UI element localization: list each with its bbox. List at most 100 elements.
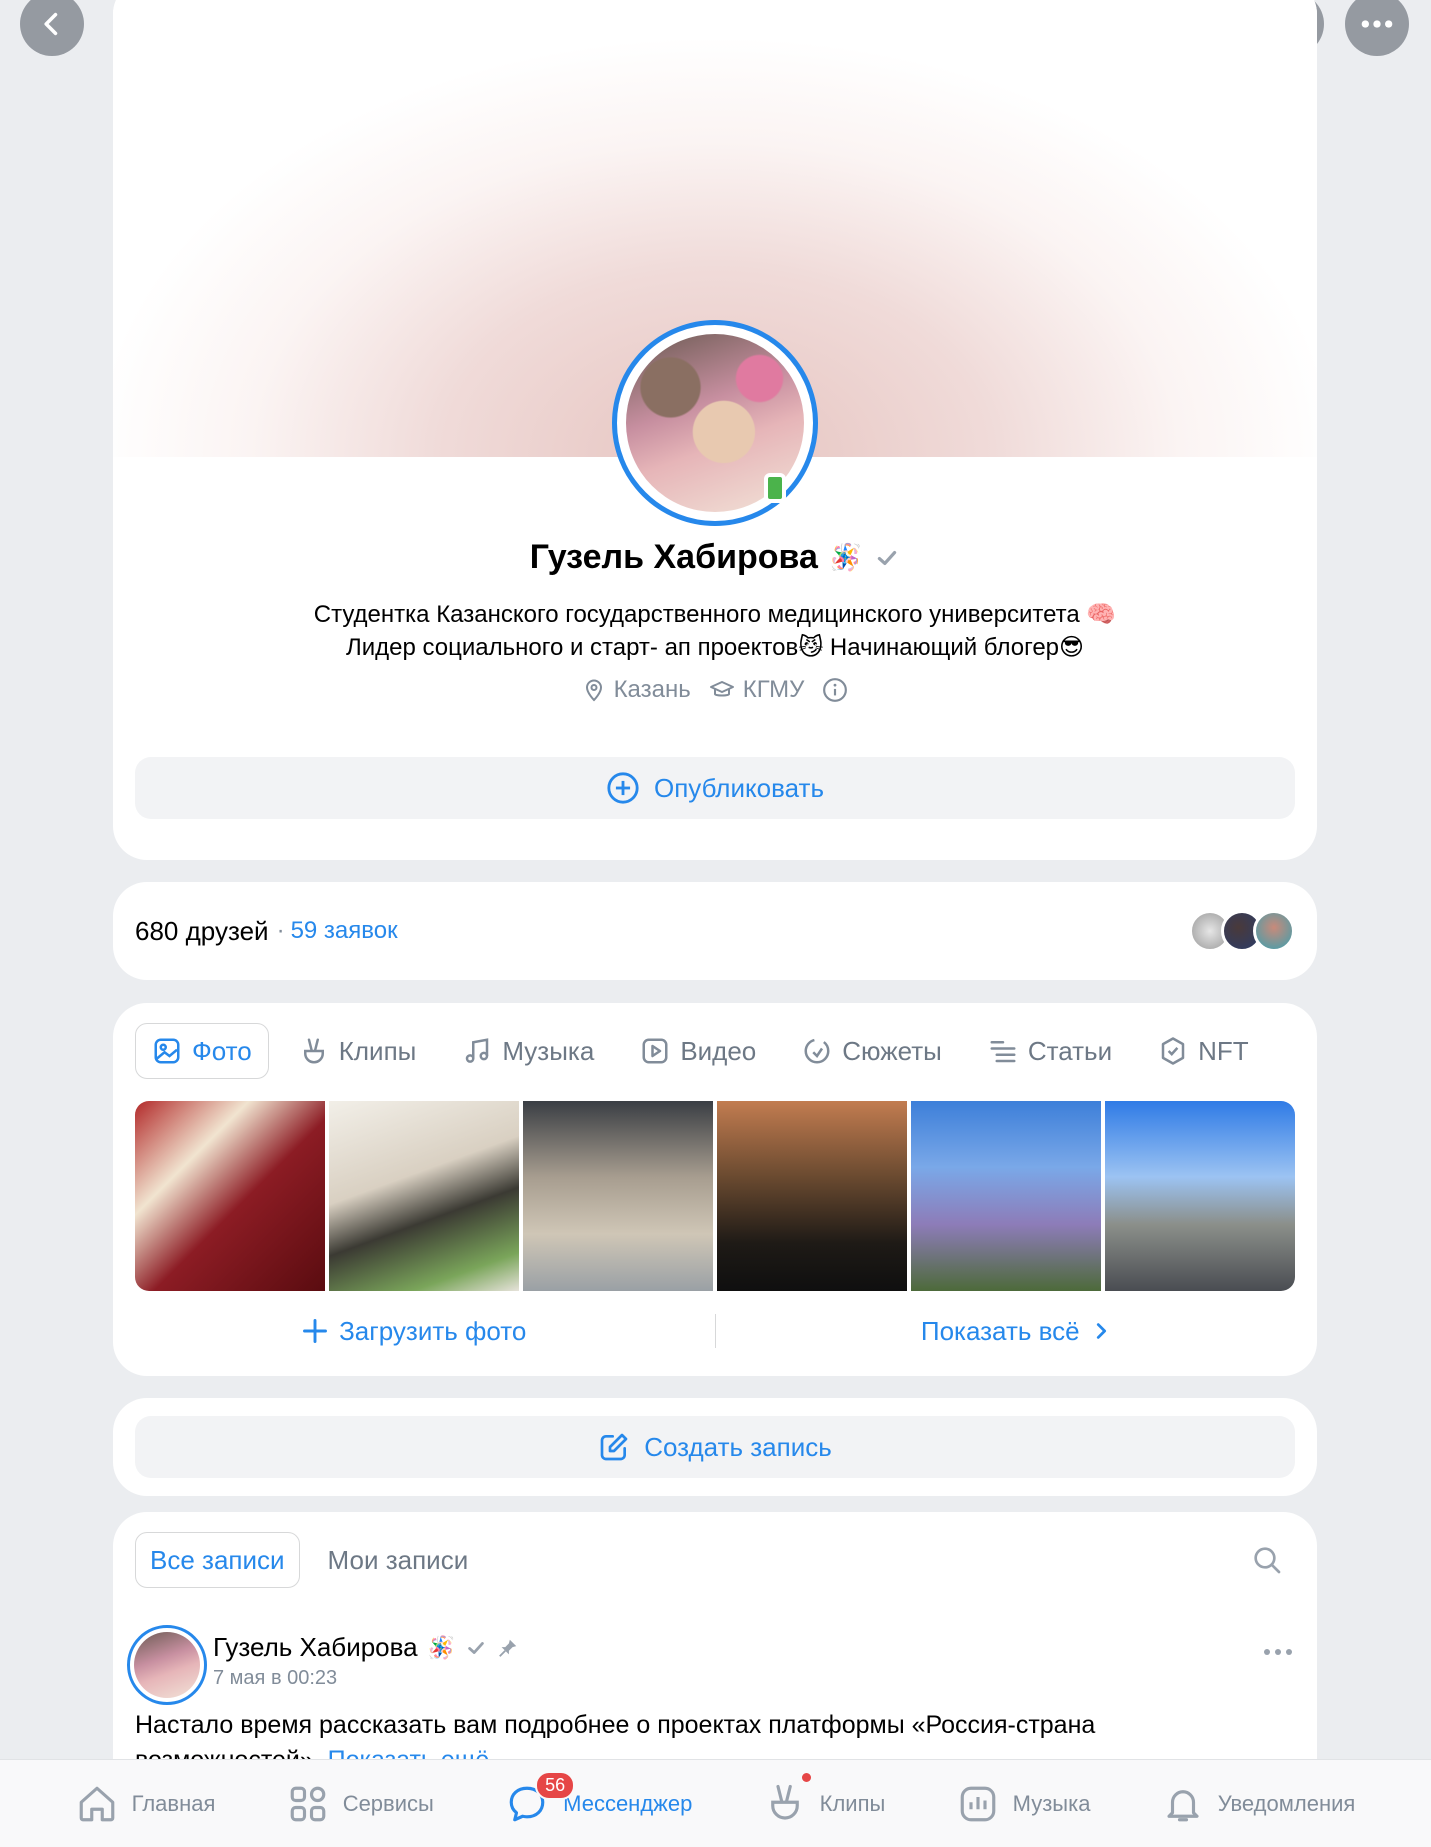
publish-label: Опубликовать bbox=[653, 772, 824, 803]
show-all-photos-button[interactable]: Показать всё bbox=[716, 1316, 1318, 1347]
clips-icon bbox=[303, 1038, 324, 1064]
music-icon bbox=[466, 1038, 489, 1063]
create-post-label: Создать запись bbox=[644, 1431, 832, 1462]
verified-check-icon bbox=[878, 550, 897, 565]
tab-label: Видео bbox=[680, 1035, 757, 1066]
clips-icon bbox=[770, 1784, 799, 1820]
online-mobile-indicator bbox=[764, 473, 786, 503]
tab-clips[interactable]: Клипы bbox=[283, 1023, 433, 1079]
plus-circle-icon bbox=[607, 772, 639, 804]
bell-icon bbox=[1167, 1789, 1199, 1821]
photo-thumbnail[interactable] bbox=[135, 1101, 325, 1291]
home-icon bbox=[79, 1786, 114, 1821]
friends-avatar-stack[interactable] bbox=[1189, 910, 1295, 952]
tab-my-posts[interactable]: Мои записи bbox=[314, 1532, 483, 1588]
tab-nft[interactable]: NFT bbox=[1142, 1023, 1265, 1079]
show-all-label: Показать всё bbox=[920, 1315, 1080, 1346]
chevron-left-icon bbox=[44, 12, 58, 36]
friend-avatar bbox=[1253, 910, 1295, 952]
plus-icon bbox=[303, 1319, 328, 1343]
nav-label: Мессенджер bbox=[563, 1790, 693, 1816]
post-author-name[interactable]: Гузель Хабирова bbox=[213, 1632, 418, 1663]
unread-count-badge: 56 bbox=[535, 1770, 576, 1800]
grid-icon bbox=[290, 1786, 326, 1821]
profile-bio: Студентка Казанского государственного ме… bbox=[113, 598, 1317, 664]
tab-label: Сюжеты bbox=[842, 1035, 942, 1066]
friend-requests-link[interactable]: 59 заявок bbox=[291, 917, 398, 945]
search-icon[interactable] bbox=[1251, 1544, 1283, 1576]
post-header: Гузель Хабирова 🪅 bbox=[213, 1632, 519, 1663]
video-icon bbox=[642, 1038, 668, 1064]
chevron-right-icon bbox=[1096, 1323, 1106, 1339]
tab-articles[interactable]: Статьи bbox=[972, 1023, 1128, 1079]
post-more-button[interactable] bbox=[1261, 1636, 1295, 1670]
articles-icon bbox=[990, 1041, 1016, 1063]
profile-meta: Казань КГМУ bbox=[113, 676, 1317, 704]
profile-avatar[interactable] bbox=[612, 320, 818, 526]
university-label: КГМУ bbox=[742, 676, 805, 703]
status-emoji: 🪅 bbox=[427, 1634, 456, 1660]
pin-icon bbox=[499, 1639, 517, 1657]
feed-tabs: Все записи Мои записи bbox=[135, 1532, 482, 1588]
nav-label: Уведомления bbox=[1217, 1790, 1356, 1816]
nav-home[interactable]: Главная bbox=[76, 1783, 215, 1825]
tab-label: Клипы bbox=[338, 1035, 417, 1066]
music-chart-icon bbox=[960, 1786, 995, 1821]
profile-header-card: Гузель Хабирова 🪅 Студентка Казанского г… bbox=[113, 0, 1317, 860]
nav-services[interactable]: Сервисы bbox=[287, 1783, 434, 1825]
more-info-button[interactable] bbox=[822, 677, 848, 703]
back-button[interactable] bbox=[20, 0, 84, 56]
photo-thumbnail[interactable] bbox=[717, 1101, 907, 1291]
nav-label: Музыка bbox=[1012, 1790, 1091, 1816]
nav-music[interactable]: Музыка bbox=[957, 1783, 1091, 1825]
avatar-image bbox=[134, 1632, 200, 1698]
nav-clips[interactable]: Клипы bbox=[764, 1772, 886, 1825]
publish-button[interactable]: Опубликовать bbox=[135, 757, 1295, 819]
separator-dot: · bbox=[276, 917, 285, 944]
friends-count[interactable]: 680 друзей bbox=[135, 916, 269, 947]
location-pin-icon bbox=[585, 679, 602, 702]
photo-thumbnail[interactable] bbox=[1105, 1101, 1295, 1291]
upload-photo-button[interactable]: Загрузить фото bbox=[113, 1316, 715, 1347]
more-horizontal-icon bbox=[1361, 20, 1393, 28]
tab-photo[interactable]: Фото bbox=[135, 1023, 269, 1079]
nft-icon bbox=[1161, 1037, 1185, 1065]
city-info[interactable]: Казань bbox=[582, 676, 691, 704]
media-tabs: Фото Клипы Музыка Видео Сюжеты Статьи NF… bbox=[135, 1023, 1279, 1079]
tab-stories[interactable]: Сюжеты bbox=[786, 1023, 958, 1079]
photo-thumbnail[interactable] bbox=[523, 1101, 713, 1291]
status-emoji[interactable]: 🪅 bbox=[830, 542, 862, 573]
verified-check-icon bbox=[468, 1641, 484, 1654]
tab-video[interactable]: Видео bbox=[624, 1023, 772, 1079]
bottom-navigation: Главная Сервисы 56 Мессенджер Клипы Музы… bbox=[0, 1759, 1431, 1847]
post-author-avatar[interactable] bbox=[127, 1625, 207, 1705]
edit-icon bbox=[600, 1433, 628, 1461]
nav-messenger[interactable]: 56 Мессенджер bbox=[505, 1770, 693, 1825]
create-post-button[interactable]: Создать запись bbox=[135, 1416, 1295, 1478]
profile-name-row: Гузель Хабирова 🪅 bbox=[113, 538, 1317, 577]
more-options-button[interactable] bbox=[1345, 0, 1409, 56]
post-text-line: Настало время рассказать вам подробнее о… bbox=[135, 1711, 1096, 1739]
university-info[interactable]: КГМУ bbox=[709, 676, 805, 704]
tab-label: Фото bbox=[192, 1035, 252, 1066]
tab-label: Статьи bbox=[1027, 1035, 1113, 1066]
upload-photo-label: Загрузить фото bbox=[339, 1315, 527, 1346]
tab-music[interactable]: Музыка bbox=[446, 1023, 610, 1079]
nav-label: Сервисы bbox=[342, 1790, 434, 1816]
tab-label: Музыка bbox=[502, 1035, 595, 1066]
post-date: 7 мая в 00:23 bbox=[213, 1667, 338, 1689]
photo-thumbnail[interactable] bbox=[329, 1101, 519, 1291]
image-icon bbox=[154, 1038, 180, 1064]
tab-all-posts[interactable]: Все записи bbox=[135, 1532, 300, 1588]
nav-label: Клипы bbox=[819, 1790, 886, 1816]
profile-name: Гузель Хабирова bbox=[529, 538, 818, 576]
tab-label: NFT bbox=[1198, 1035, 1249, 1066]
friends-card[interactable]: 680 друзей · 59 заявок bbox=[113, 882, 1317, 980]
bio-line-1: Студентка Казанского государственного ме… bbox=[313, 601, 1117, 628]
more-horizontal-icon bbox=[1264, 1649, 1292, 1655]
new-indicator-dot bbox=[801, 1772, 811, 1782]
photo-thumbnail[interactable] bbox=[911, 1101, 1101, 1291]
graduation-cap-icon bbox=[709, 681, 734, 697]
stories-icon bbox=[804, 1038, 830, 1064]
nav-notifications[interactable]: Уведомления bbox=[1162, 1783, 1356, 1825]
